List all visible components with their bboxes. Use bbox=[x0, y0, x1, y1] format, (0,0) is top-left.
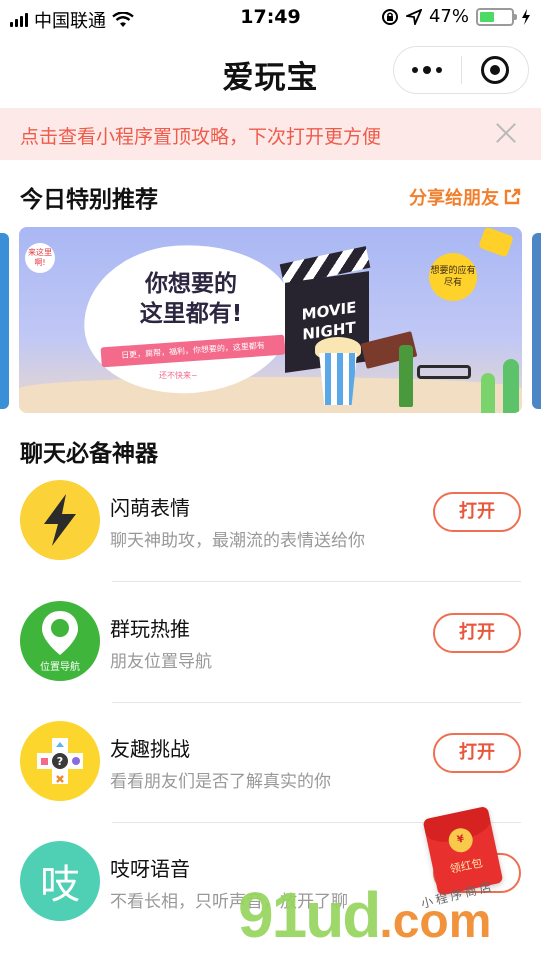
next-banner-peek[interactable] bbox=[532, 233, 541, 409]
share-button[interactable]: 分享给朋友 bbox=[409, 184, 521, 210]
mini-program-capsule bbox=[393, 46, 529, 94]
location-arrow-icon bbox=[405, 8, 422, 25]
app-name[interactable]: 吱呀语音 bbox=[110, 853, 190, 882]
status-right: 47% bbox=[381, 6, 531, 27]
banner-headline: 你想要的 这里都有! bbox=[111, 269, 271, 329]
app-name[interactable]: 群玩热推 bbox=[110, 613, 190, 642]
app-desc: 朋友位置导航 bbox=[110, 652, 212, 672]
banner-bubble-right: 想要的应有尽有 bbox=[429, 253, 477, 301]
featured-banner[interactable]: 来这里啊! 你想要的 这里都有! 日更，腐帮，福利，你想要的，这里都有 还不快来… bbox=[19, 227, 522, 413]
gem-icon bbox=[478, 227, 514, 258]
battery-percent: 47% bbox=[428, 6, 469, 27]
bottle-icon bbox=[399, 345, 413, 407]
icon-label: 位置导航 bbox=[40, 661, 80, 673]
cactus-icon bbox=[503, 359, 519, 413]
app-desc: 聊天神助攻，最潮流的表情送给你 bbox=[110, 531, 365, 551]
battery-icon bbox=[476, 7, 517, 26]
battery-level bbox=[480, 11, 495, 22]
app-name[interactable]: 友趣挑战 bbox=[110, 733, 190, 762]
rotation-lock-icon bbox=[381, 8, 398, 25]
voice-zhi-icon[interactable]: 吱 bbox=[20, 841, 100, 921]
banner-sand bbox=[19, 377, 522, 413]
cactus-icon bbox=[481, 373, 495, 413]
popcorn-icon bbox=[319, 353, 357, 405]
banner-cta: 还不快来~ bbox=[159, 371, 198, 380]
divider bbox=[112, 581, 521, 582]
icon-char: 吱 bbox=[40, 862, 80, 908]
share-icon bbox=[504, 188, 521, 205]
banner-carousel[interactable]: 来这里啊! 你想要的 这里都有! 日更，腐帮，福利，你想要的，这里都有 还不快来… bbox=[0, 227, 541, 413]
share-label: 分享给朋友 bbox=[409, 188, 499, 209]
chat-tools-title: 聊天必备神器 bbox=[20, 441, 158, 467]
app-name[interactable]: 闪萌表情 bbox=[110, 492, 190, 521]
nav-bar: 爱玩宝 bbox=[0, 36, 541, 106]
open-button[interactable]: 打开 bbox=[433, 733, 521, 773]
app-desc: 看看朋友们是否了解真实的你 bbox=[110, 772, 331, 792]
target-close-icon[interactable] bbox=[462, 47, 529, 93]
location-pin-icon[interactable]: 位置导航 bbox=[20, 601, 100, 681]
banner-bubble-left: 来这里啊! bbox=[25, 243, 55, 273]
svg-text:?: ? bbox=[57, 755, 63, 768]
featured-title: 今日特别推荐 bbox=[20, 187, 158, 213]
tip-text[interactable]: 点击查看小程序置顶攻略，下次打开更方便 bbox=[20, 122, 381, 149]
watermark-text: 91ud bbox=[238, 879, 381, 951]
prev-banner-peek[interactable] bbox=[0, 233, 9, 409]
status-bar: 中国联通 17:49 47% bbox=[0, 0, 541, 36]
3d-glasses-icon bbox=[417, 365, 471, 379]
pin-tip-banner[interactable]: 点击查看小程序置顶攻略，下次打开更方便 bbox=[0, 108, 541, 160]
gamepad-question-icon[interactable]: ? bbox=[20, 721, 100, 801]
lightning-icon[interactable] bbox=[20, 480, 100, 560]
close-icon[interactable] bbox=[495, 122, 517, 144]
open-button[interactable]: 打开 bbox=[433, 492, 521, 532]
red-envelope-label: 领红包 bbox=[448, 856, 484, 876]
banner-headline-line2: 这里都有! bbox=[139, 301, 243, 327]
open-button[interactable]: 打开 bbox=[433, 613, 521, 653]
more-dots-icon[interactable] bbox=[394, 47, 461, 93]
charging-bolt-icon bbox=[522, 8, 530, 25]
banner-headline-line1: 你想要的 bbox=[145, 271, 237, 297]
divider bbox=[112, 702, 521, 703]
list-item[interactable]: 位置导航 群玩热推 朋友位置导航 打开 bbox=[0, 601, 541, 721]
list-item[interactable]: 闪萌表情 聊天神助攻，最潮流的表情送给你 打开 bbox=[0, 480, 541, 600]
